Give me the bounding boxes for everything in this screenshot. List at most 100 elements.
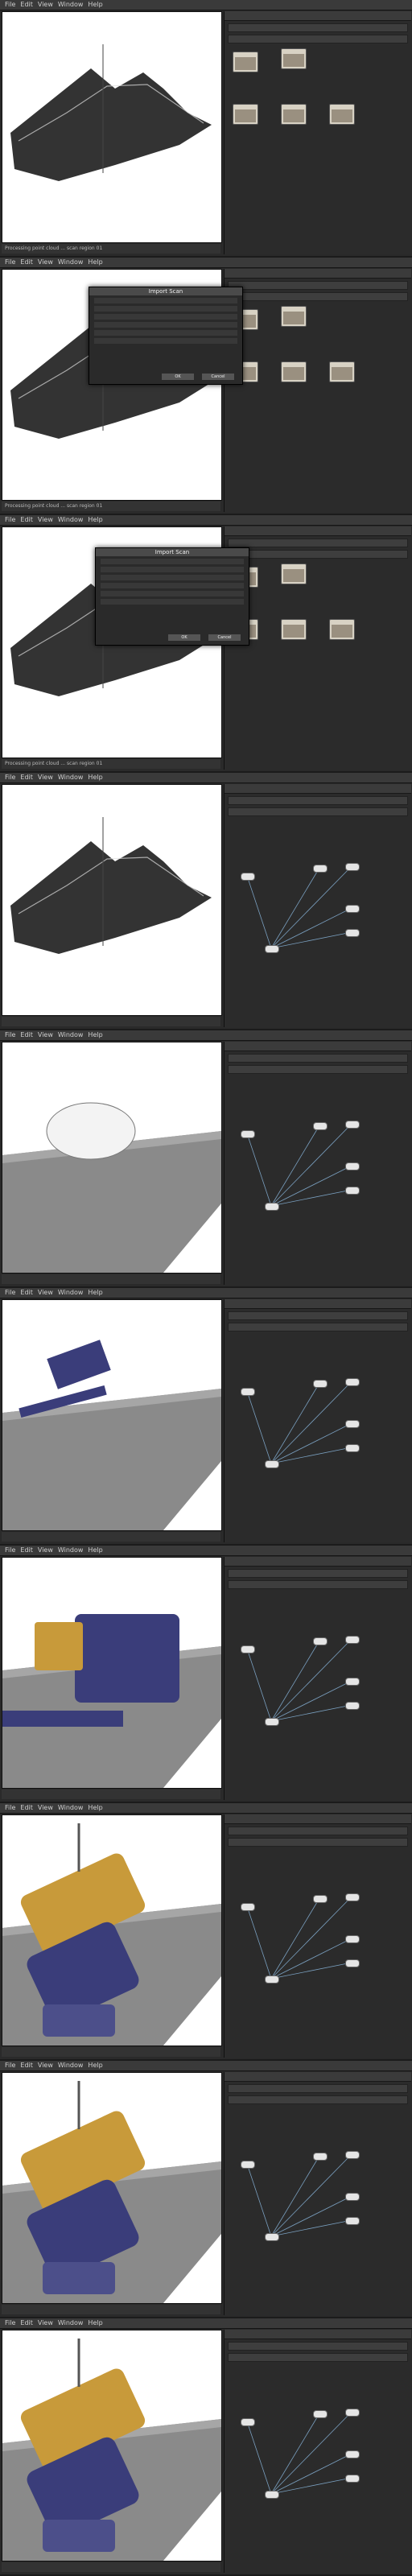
- viewport-3d[interactable]: [2, 2072, 222, 2304]
- menu-item-view[interactable]: View: [38, 1289, 53, 1296]
- panel-field[interactable]: [228, 1323, 408, 1331]
- graph-node[interactable]: [241, 2418, 255, 2426]
- graph-node[interactable]: [345, 1702, 360, 1710]
- dialog-list-row[interactable]: [101, 559, 244, 564]
- menu-item-file[interactable]: File: [5, 2319, 15, 2326]
- menu-item-window[interactable]: Window: [58, 1289, 84, 1296]
- panel-tabs[interactable]: [225, 1814, 411, 1824]
- graph-node[interactable]: [345, 2151, 360, 2159]
- menu-item-view[interactable]: View: [38, 258, 53, 266]
- dialog-list-row[interactable]: [101, 599, 244, 605]
- dialog-list-row[interactable]: [94, 330, 237, 336]
- menu-item-file[interactable]: File: [5, 774, 15, 781]
- panel-tabs[interactable]: [225, 526, 411, 536]
- menu-item-window[interactable]: Window: [58, 2062, 84, 2069]
- viewport-3d[interactable]: [2, 1814, 222, 2046]
- graph-node[interactable]: [345, 1959, 360, 1967]
- cancel-button[interactable]: Cancel: [208, 634, 241, 641]
- graph-node[interactable]: [241, 1388, 255, 1396]
- graph-node[interactable]: [345, 1444, 360, 1452]
- menu-item-file[interactable]: File: [5, 1, 15, 8]
- graph-node[interactable]: [313, 2410, 328, 2418]
- panel-field[interactable]: [228, 1827, 408, 1835]
- viewport-3d[interactable]: [2, 1299, 222, 1531]
- panel-field[interactable]: [228, 1580, 408, 1589]
- menu-item-edit[interactable]: Edit: [20, 516, 33, 523]
- graph-node[interactable]: [265, 1718, 279, 1726]
- graph-node[interactable]: [265, 2233, 279, 2241]
- viewport-canvas[interactable]: [2, 1815, 221, 2046]
- menu-item-file[interactable]: File: [5, 2062, 15, 2069]
- dialog-list-row[interactable]: [94, 314, 237, 320]
- graph-node[interactable]: [345, 929, 360, 937]
- menu-item-help[interactable]: Help: [88, 1546, 102, 1554]
- panel-field[interactable]: [228, 550, 408, 559]
- menu-item-window[interactable]: Window: [58, 516, 84, 523]
- graph-node[interactable]: [241, 873, 255, 881]
- graph-node[interactable]: [313, 1380, 328, 1388]
- menu-item-file[interactable]: File: [5, 1546, 15, 1554]
- node-graph[interactable]: [225, 1847, 411, 2058]
- panel-tabs[interactable]: [225, 11, 411, 21]
- menu-item-edit[interactable]: Edit: [20, 2062, 33, 2069]
- panel-field[interactable]: [228, 23, 408, 32]
- menu-item-window[interactable]: Window: [58, 1804, 84, 1811]
- panel-field[interactable]: [228, 539, 408, 547]
- node-graph[interactable]: [225, 301, 411, 512]
- menu-item-edit[interactable]: Edit: [20, 1031, 33, 1038]
- graph-node[interactable]: [329, 361, 355, 382]
- menu-item-help[interactable]: Help: [88, 1031, 102, 1038]
- graph-node[interactable]: [241, 1130, 255, 1138]
- menu-item-view[interactable]: View: [38, 774, 53, 781]
- dialog-list-row[interactable]: [94, 298, 237, 303]
- menu-item-edit[interactable]: Edit: [20, 2319, 33, 2326]
- menu-item-window[interactable]: Window: [58, 2319, 84, 2326]
- graph-node[interactable]: [313, 1637, 328, 1645]
- node-graph[interactable]: [225, 1074, 411, 1285]
- menu-item-edit[interactable]: Edit: [20, 1804, 33, 1811]
- node-graph[interactable]: [225, 1331, 411, 1542]
- menu-item-window[interactable]: Window: [58, 258, 84, 266]
- graph-node[interactable]: [345, 1893, 360, 1901]
- menu-item-edit[interactable]: Edit: [20, 1289, 33, 1296]
- panel-field[interactable]: [228, 1311, 408, 1320]
- graph-node[interactable]: [329, 104, 355, 125]
- menu-item-help[interactable]: Help: [88, 1289, 102, 1296]
- panel-field[interactable]: [228, 292, 408, 301]
- graph-node[interactable]: [265, 1460, 279, 1468]
- menu-item-file[interactable]: File: [5, 1031, 15, 1038]
- dialog-list-row[interactable]: [101, 575, 244, 580]
- graph-node[interactable]: [345, 2193, 360, 2201]
- graph-node[interactable]: [265, 2491, 279, 2499]
- panel-tabs[interactable]: [225, 2072, 411, 2082]
- dialog-list-row[interactable]: [101, 583, 244, 588]
- viewport-3d[interactable]: [2, 1042, 222, 1274]
- graph-node[interactable]: [345, 1121, 360, 1129]
- menu-item-view[interactable]: View: [38, 1031, 53, 1038]
- graph-node[interactable]: [345, 2409, 360, 2417]
- graph-node[interactable]: [345, 1636, 360, 1644]
- graph-node[interactable]: [345, 1187, 360, 1195]
- dialog-list-row[interactable]: [101, 567, 244, 572]
- menu-item-file[interactable]: File: [5, 1804, 15, 1811]
- graph-node[interactable]: [313, 2153, 328, 2161]
- graph-node[interactable]: [241, 1903, 255, 1911]
- menu-item-help[interactable]: Help: [88, 1804, 102, 1811]
- panel-tabs[interactable]: [225, 1299, 411, 1309]
- menu-item-help[interactable]: Help: [88, 2062, 102, 2069]
- menu-item-file[interactable]: File: [5, 516, 15, 523]
- viewport-canvas[interactable]: [2, 2073, 221, 2303]
- menu-item-window[interactable]: Window: [58, 774, 84, 781]
- menu-item-edit[interactable]: Edit: [20, 774, 33, 781]
- panel-field[interactable]: [228, 2342, 408, 2351]
- ok-button[interactable]: OK: [162, 374, 194, 380]
- graph-node[interactable]: [265, 945, 279, 953]
- menu-item-view[interactable]: View: [38, 2319, 53, 2326]
- panel-field[interactable]: [228, 807, 408, 816]
- dialog-list-row[interactable]: [94, 306, 237, 312]
- graph-node[interactable]: [345, 1420, 360, 1428]
- menu-item-help[interactable]: Help: [88, 516, 102, 523]
- viewport-canvas[interactable]: [2, 1042, 221, 1273]
- graph-node[interactable]: [281, 361, 307, 382]
- viewport-canvas[interactable]: [2, 1300, 221, 1530]
